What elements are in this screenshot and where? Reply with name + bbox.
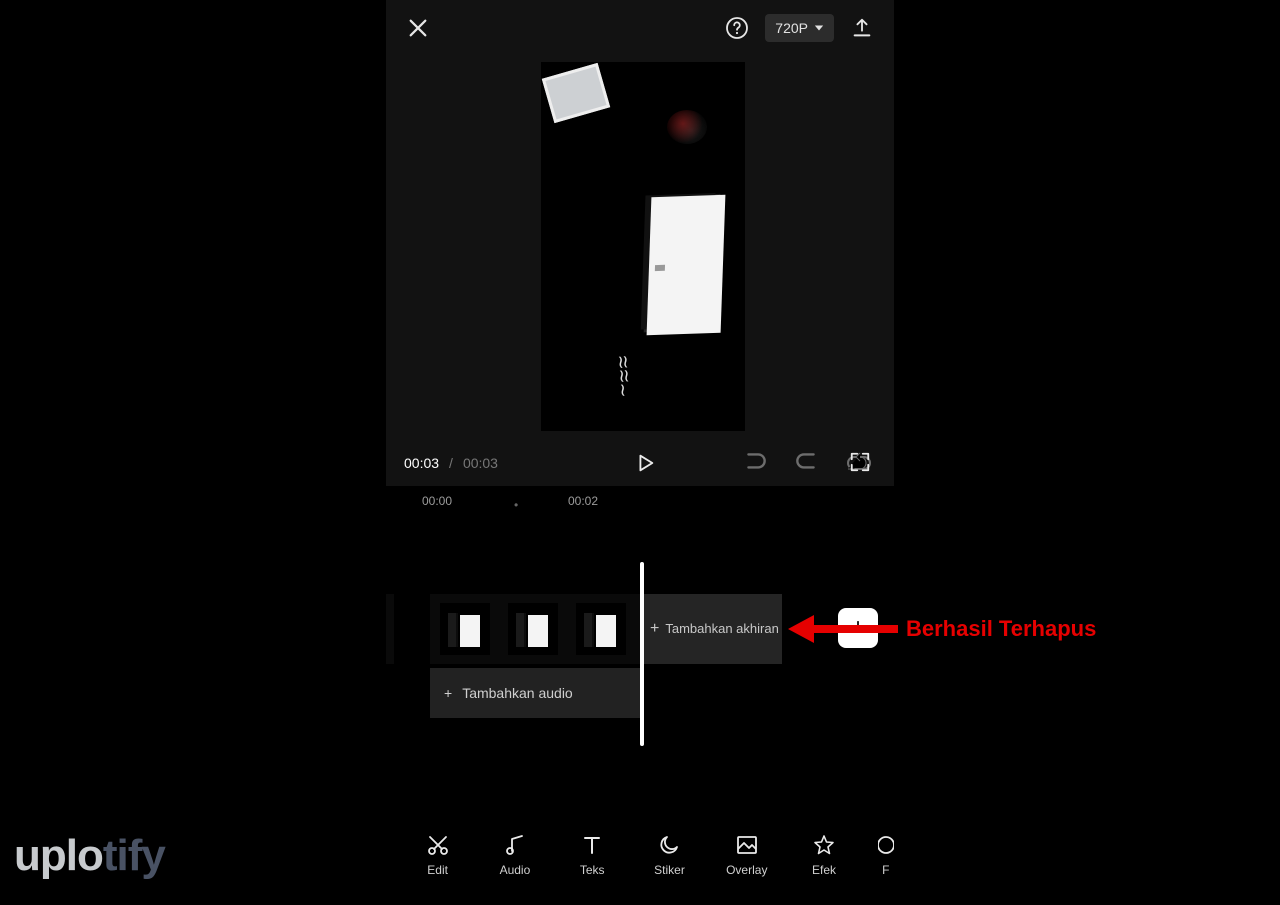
resolution-selector[interactable]: 720P bbox=[765, 14, 834, 42]
export-button[interactable] bbox=[848, 14, 876, 42]
tab-edit[interactable]: Edit bbox=[414, 833, 461, 877]
tab-sticker[interactable]: Stiker bbox=[646, 833, 693, 877]
plus-icon: + bbox=[650, 621, 659, 637]
clip-thumbnail bbox=[576, 603, 626, 655]
ruler-tick-label: 00:02 bbox=[568, 494, 598, 508]
star-icon bbox=[812, 833, 836, 857]
music-icon bbox=[503, 833, 527, 857]
annotation-text: Berhasil Terhapus bbox=[906, 616, 1096, 642]
timeline-ruler[interactable]: 00:00 • 00:02 bbox=[410, 494, 870, 512]
redo-icon bbox=[793, 449, 819, 475]
plus-icon: + bbox=[444, 685, 452, 701]
tab-overlay[interactable]: Overlay bbox=[723, 833, 770, 877]
timeline[interactable]: + Tambahkan akhiran + + Tambahkan audio bbox=[386, 560, 894, 746]
fullscreen-icon bbox=[849, 451, 871, 473]
scissors-icon bbox=[426, 833, 450, 857]
close-icon bbox=[407, 17, 429, 39]
text-icon bbox=[580, 833, 604, 857]
tab-label: Edit bbox=[427, 863, 448, 877]
preview-object: ≀≀≀≀≀ bbox=[617, 353, 651, 417]
close-button[interactable] bbox=[404, 14, 432, 42]
tab-label: Efek bbox=[812, 863, 836, 877]
plus-icon: + bbox=[851, 614, 865, 642]
clip-thumbnail bbox=[440, 603, 490, 655]
preview-object bbox=[647, 195, 726, 336]
bottom-toolbar: Edit Audio Teks Stiker Overlay Efek F bbox=[386, 820, 894, 890]
video-preview[interactable]: ≀≀≀≀≀ bbox=[541, 62, 745, 431]
tab-cutoff[interactable]: F bbox=[878, 833, 894, 877]
export-icon bbox=[851, 17, 873, 39]
ruler-tick-label: 00:00 bbox=[422, 494, 452, 508]
time-separator: / bbox=[445, 455, 457, 471]
tab-label: Stiker bbox=[654, 863, 685, 877]
tab-text[interactable]: Teks bbox=[569, 833, 616, 877]
clip-thumbnail bbox=[508, 603, 558, 655]
total-time: 00:03 bbox=[463, 455, 498, 471]
help-button[interactable] bbox=[723, 14, 751, 42]
tab-effects[interactable]: Efek bbox=[800, 833, 847, 877]
play-icon bbox=[634, 452, 656, 474]
watermark: uplotify bbox=[14, 831, 165, 881]
tab-label: Teks bbox=[580, 863, 605, 877]
add-audio-button[interactable]: + Tambahkan audio bbox=[430, 668, 640, 718]
chevron-down-icon bbox=[814, 23, 824, 33]
video-clip[interactable] bbox=[430, 594, 640, 664]
undo-button[interactable] bbox=[742, 448, 770, 476]
tab-label: Audio bbox=[500, 863, 531, 877]
help-icon bbox=[725, 16, 749, 40]
tab-audio[interactable]: Audio bbox=[491, 833, 538, 877]
current-time: 00:03 bbox=[404, 455, 439, 471]
generic-icon bbox=[878, 833, 894, 857]
fullscreen-button[interactable] bbox=[846, 448, 874, 476]
play-button[interactable] bbox=[631, 449, 659, 477]
preview-panel: 720P ≀≀≀≀≀ 00:03 / 00:03 bbox=[386, 0, 894, 486]
preview-object bbox=[542, 63, 610, 123]
undo-icon bbox=[743, 449, 769, 475]
tab-label: F bbox=[882, 863, 889, 877]
moon-icon bbox=[657, 833, 681, 857]
resolution-label: 720P bbox=[775, 20, 808, 36]
add-media-button[interactable]: + bbox=[838, 608, 878, 648]
add-ending-button[interactable]: + Tambahkan akhiran bbox=[640, 594, 782, 664]
add-audio-label: Tambahkan audio bbox=[462, 685, 573, 701]
top-bar: 720P bbox=[386, 0, 894, 56]
watermark-part-a: uplo bbox=[14, 831, 103, 880]
add-ending-label: Tambahkan akhiran bbox=[665, 621, 778, 637]
playhead[interactable] bbox=[640, 562, 644, 746]
preview-object bbox=[667, 110, 707, 144]
ruler-tick-dot: • bbox=[514, 498, 518, 512]
watermark-part-b: tify bbox=[103, 831, 165, 880]
image-icon bbox=[735, 833, 759, 857]
tab-label: Overlay bbox=[726, 863, 767, 877]
editor-pane: 720P ≀≀≀≀≀ 00:03 / 00:03 bbox=[386, 0, 894, 905]
clip-sliver[interactable] bbox=[386, 594, 394, 664]
redo-button[interactable] bbox=[792, 448, 820, 476]
